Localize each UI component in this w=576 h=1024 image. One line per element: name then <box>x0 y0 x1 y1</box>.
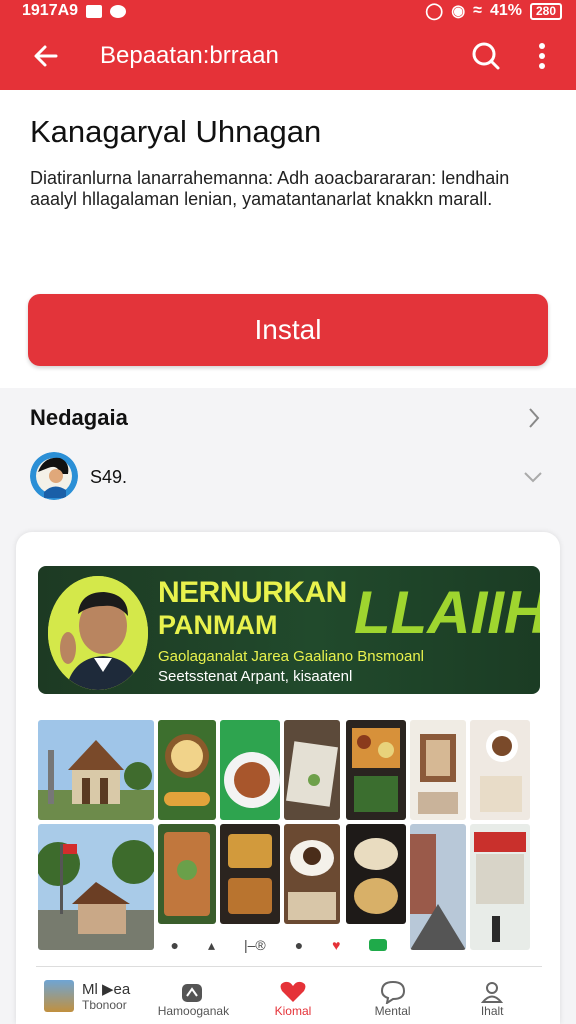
gallery-photo-snacks[interactable] <box>346 824 406 924</box>
nav-item-label: Tbonoor <box>82 997 127 1012</box>
media-card: NERNURKAN PANMAM LLAIIH Gaolaganalat Jar… <box>16 532 560 1024</box>
search-button[interactable] <box>464 34 508 78</box>
app-name: Kanagaryal Uhnagan <box>30 114 322 149</box>
nav-item-account[interactable]: Ihalt <box>442 967 542 1024</box>
banner-big-text: LLAIIH <box>354 579 540 646</box>
media-controls: ● ▴ |–® ● ♥ <box>156 930 402 960</box>
search-icon <box>472 42 500 70</box>
chevron-right-icon <box>529 408 540 428</box>
nav-item-home[interactable]: Hamooganak <box>144 967 244 1024</box>
section-title: Nedagaia <box>30 405 128 430</box>
nav-item-label: Ihalt <box>480 1004 504 1018</box>
app-bar: Bepaatan:brraan <box>0 22 576 90</box>
gallery-photo-shops[interactable] <box>470 824 530 950</box>
more-vertical-icon <box>539 43 545 69</box>
gallery-photo-coffee[interactable] <box>284 824 340 924</box>
install-button[interactable]: Instal <box>28 294 548 366</box>
chevron-down-icon <box>524 472 542 483</box>
rating-value: S49. <box>90 467 128 487</box>
alarm-icon: ◯ <box>425 3 444 20</box>
notification-icon <box>86 4 103 18</box>
nav-item-favorites[interactable]: Kiomal <box>243 967 343 1024</box>
status-time: 1917A9 <box>22 2 79 19</box>
nav-item-profile[interactable]: Ml ▶ea Tbonoor <box>36 967 144 1024</box>
banner-line-1: Gaolaganalat Jarea Gaaliano Bnsmoanl <box>158 648 425 665</box>
battery-percent: 41% <box>489 2 522 19</box>
heart-icon[interactable]: ♥ <box>332 937 340 953</box>
banner-subheadline: PANMAM <box>158 610 278 640</box>
chat-badge-icon[interactable] <box>369 939 388 951</box>
gallery-photo-cushion[interactable] <box>158 824 216 924</box>
home-nav-icon <box>182 984 203 1002</box>
nav-item-label: Kiomal <box>274 1004 312 1018</box>
gallery-photo-bento[interactable] <box>346 720 406 820</box>
nav-item-messages[interactable]: Mental <box>343 967 443 1024</box>
app-header-card: Kanagaryal Uhnagan Diatiranlurna lanarra… <box>0 90 576 388</box>
gallery-photo-temple[interactable] <box>38 720 154 820</box>
back-button[interactable] <box>24 34 68 78</box>
banner-headline: NERNURKAN <box>158 576 347 609</box>
bottom-nav: Ml ▶ea Tbonoor Hamooganak Kiomal Mental … <box>36 966 542 1024</box>
sync-icon: ◉ <box>451 3 466 20</box>
gallery-photo-food-bowl[interactable] <box>158 720 216 820</box>
gallery-photo-dishes[interactable] <box>220 824 280 924</box>
gallery-photo-plate[interactable] <box>220 720 280 820</box>
more-options-button[interactable] <box>520 34 564 78</box>
heart-nav-icon <box>280 981 306 1002</box>
app-description: Diatiranlurna lanarrahemanna: Adh aoacba… <box>30 168 510 209</box>
promo-banner[interactable]: NERNURKAN PANMAM LLAIIH Gaolaganalat Jar… <box>38 566 540 694</box>
dot-control-button[interactable]: ● <box>170 937 178 953</box>
prev-control-button[interactable]: ▴ <box>208 937 215 954</box>
media-control-label: |–® <box>243 937 266 953</box>
nav-thumbnail <box>44 979 74 1012</box>
gallery-photo-frame[interactable] <box>410 720 466 820</box>
section-expand-button[interactable] <box>520 402 548 434</box>
gallery-photo-dessert[interactable] <box>470 720 530 820</box>
battery-icon: 280 <box>529 2 562 20</box>
avatar <box>30 452 78 500</box>
nav-item-top-label: Ml ▶ea <box>82 980 131 998</box>
banner-person-image <box>48 576 148 690</box>
chat-bubble-icon <box>380 980 405 1004</box>
back-arrow-icon <box>34 45 58 67</box>
person-icon <box>481 982 504 1003</box>
gallery-photo-board[interactable] <box>284 720 340 820</box>
status-bar: 1917A9 ◯ ◉ ≈ 41% 280 <box>0 0 576 22</box>
rating-dropdown-button[interactable] <box>518 464 548 490</box>
mic-control-button[interactable]: ● <box>295 937 303 953</box>
gallery-photo-pavilion[interactable] <box>38 824 154 950</box>
app-bar-title: Bepaatan:brraan <box>100 42 279 69</box>
nav-item-label: Hamooganak <box>157 1004 230 1018</box>
banner-line-2: Seetsstenat Arpant, kisaatenl <box>158 668 353 685</box>
wifi-icon: ≈ <box>473 2 482 19</box>
message-icon <box>110 4 127 18</box>
gallery-photo-street[interactable] <box>410 824 466 950</box>
nav-item-label: Mental <box>374 1004 411 1018</box>
user-avatar-icon <box>30 452 78 500</box>
